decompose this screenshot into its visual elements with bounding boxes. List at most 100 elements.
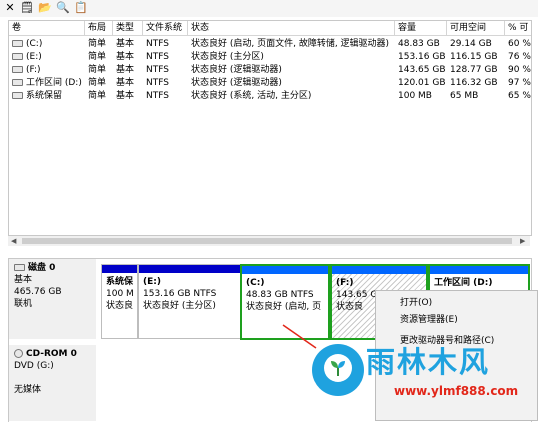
drive-icon bbox=[12, 92, 23, 99]
status-cell: 状态良好 (启动, 页面文件, 故障转储, 逻辑驱动器) bbox=[191, 39, 390, 49]
table-row[interactable]: (F:) 简单 基本 NTFS 状态良好 (逻辑驱动器) 143.65 GB 1… bbox=[9, 64, 531, 76]
free-space-cell: 29.14 GB bbox=[450, 39, 492, 49]
column-header-layout[interactable]: 布局 bbox=[85, 21, 113, 36]
cdrom-0-info[interactable]: CD-ROM 0 DVD (G:) 无媒体 bbox=[9, 345, 96, 421]
horizontal-scrollbar[interactable]: ◀ ▶ bbox=[8, 236, 530, 246]
filesystem-cell: NTFS bbox=[146, 91, 169, 101]
disk-type: 基本 bbox=[14, 275, 33, 285]
column-header-free-space[interactable]: 可用空间 bbox=[447, 21, 505, 36]
properties-icon[interactable]: 🗒 bbox=[20, 1, 34, 15]
scroll-right-icon[interactable]: ▶ bbox=[520, 236, 525, 246]
volume-name: 系统保留 bbox=[26, 91, 63, 101]
table-row[interactable]: 工作区间 (D:) 简单 基本 NTFS 状态良好 (逻辑驱动器) 120.01… bbox=[9, 77, 531, 89]
status-cell: 状态良好 (逻辑驱动器) bbox=[191, 65, 282, 75]
free-space-cell: 128.77 GB bbox=[450, 65, 498, 75]
close-icon[interactable]: ✕ bbox=[3, 1, 17, 15]
free-space-cell: 116.15 GB bbox=[450, 52, 498, 62]
volume-list: 卷 布局 类型 文件系统 状态 容量 可用空间 % 可 (C:) 简单 基本 N… bbox=[8, 20, 532, 236]
percent-free-cell: 60 % bbox=[508, 39, 531, 49]
partition-header-bar bbox=[139, 265, 240, 273]
percent-free-cell: 65 % bbox=[508, 91, 531, 101]
cdrom-type: DVD (G:) bbox=[14, 361, 54, 371]
watermark-url: www.ylmf888.com bbox=[394, 384, 519, 398]
help-icon[interactable]: 📋 bbox=[74, 1, 88, 15]
partition-system-reserved[interactable]: 系统保 100 M 状态良 bbox=[101, 264, 138, 339]
watermark-brand-text: 雨林木风 bbox=[366, 345, 491, 379]
capacity-cell: 120.01 GB bbox=[398, 78, 446, 88]
toolbar: ✕ 🗒 📂 🔍 📋 bbox=[0, 0, 538, 17]
partition-size: 100 M bbox=[106, 289, 134, 299]
status-cell: 状态良好 (系统, 活动, 主分区) bbox=[191, 91, 312, 101]
capacity-cell: 153.16 GB bbox=[398, 52, 446, 62]
disk-name: 磁盘 0 bbox=[28, 263, 56, 273]
filesystem-cell: NTFS bbox=[146, 39, 169, 49]
partition-status: 状态良好 (主分区) bbox=[143, 301, 216, 311]
drive-icon bbox=[12, 40, 23, 47]
volume-name: (E:) bbox=[26, 52, 42, 62]
free-space-cell: 65 MB bbox=[450, 91, 479, 101]
partition-header-bar bbox=[102, 265, 137, 273]
filesystem-cell: NTFS bbox=[146, 78, 169, 88]
partition-title: 系统保 bbox=[106, 277, 134, 287]
cdrom-icon bbox=[14, 349, 23, 358]
drive-icon bbox=[12, 66, 23, 73]
percent-free-cell: 90 % bbox=[508, 65, 531, 75]
zoom-icon[interactable]: 🔍 bbox=[56, 1, 70, 15]
partition-e[interactable]: (E:) 153.16 GB NTFS 状态良好 (主分区) bbox=[138, 264, 241, 339]
table-row[interactable]: 系统保留 简单 基本 NTFS 状态良好 (系统, 活动, 主分区) 100 M… bbox=[9, 90, 531, 102]
partition-title: (F:) bbox=[336, 278, 354, 288]
leaf-icon bbox=[331, 361, 345, 376]
disk-icon bbox=[14, 264, 25, 271]
partition-header-bar bbox=[430, 266, 528, 274]
disk-size: 465.76 GB bbox=[14, 287, 62, 297]
table-row[interactable]: (C:) 简单 基本 NTFS 状态良好 (启动, 页面文件, 故障转储, 逻辑… bbox=[9, 38, 531, 50]
annotation-arrow-icon bbox=[282, 324, 317, 349]
disk-0-info[interactable]: 磁盘 0 基本 465.76 GB 联机 bbox=[9, 259, 96, 339]
layout-cell: 简单 bbox=[88, 65, 107, 75]
layout-cell: 简单 bbox=[88, 52, 107, 62]
open-folder-icon[interactable]: 📂 bbox=[38, 1, 52, 15]
partition-title: 工作区间 (D:) bbox=[434, 278, 493, 288]
partition-status: 状态良 bbox=[106, 301, 134, 311]
column-header-volume[interactable]: 卷 bbox=[9, 21, 85, 36]
type-cell: 基本 bbox=[116, 78, 135, 88]
type-cell: 基本 bbox=[116, 91, 135, 101]
menu-item-explorer[interactable]: 资源管理器(E) bbox=[400, 314, 458, 326]
partition-status: 状态良好 (启动, 页 bbox=[246, 302, 322, 312]
drive-icon bbox=[12, 53, 23, 60]
column-header-filesystem[interactable]: 文件系统 bbox=[143, 21, 188, 36]
filesystem-cell: NTFS bbox=[146, 65, 169, 75]
layout-cell: 简单 bbox=[88, 91, 107, 101]
capacity-cell: 100 MB bbox=[398, 91, 432, 101]
layout-cell: 简单 bbox=[88, 39, 107, 49]
volume-name: 工作区间 (D:) bbox=[26, 78, 82, 88]
column-header-type[interactable]: 类型 bbox=[113, 21, 143, 36]
menu-item-open[interactable]: 打开(O) bbox=[400, 297, 432, 309]
partition-header-bar bbox=[242, 266, 328, 274]
column-header-capacity[interactable]: 容量 bbox=[395, 21, 447, 36]
disk-state: 联机 bbox=[14, 299, 33, 309]
scrollbar-thumb[interactable] bbox=[22, 238, 512, 244]
partition-size: 48.83 GB NTFS bbox=[246, 290, 314, 300]
capacity-cell: 143.65 GB bbox=[398, 65, 446, 75]
percent-free-cell: 76 % bbox=[508, 52, 531, 62]
layout-cell: 简单 bbox=[88, 78, 107, 88]
type-cell: 基本 bbox=[116, 52, 135, 62]
column-header-status[interactable]: 状态 bbox=[188, 21, 395, 36]
table-row[interactable]: (E:) 简单 基本 NTFS 状态良好 (主分区) 153.16 GB 116… bbox=[9, 51, 531, 63]
scroll-left-icon[interactable]: ◀ bbox=[11, 236, 16, 246]
cdrom-name: CD-ROM 0 bbox=[26, 349, 77, 359]
cdrom-state: 无媒体 bbox=[14, 385, 42, 395]
filesystem-cell: NTFS bbox=[146, 52, 169, 62]
column-header-percent-free[interactable]: % 可 bbox=[505, 21, 531, 36]
free-space-cell: 116.32 GB bbox=[450, 78, 498, 88]
partition-title: (E:) bbox=[143, 277, 161, 287]
volume-name: (F:) bbox=[26, 65, 41, 75]
status-cell: 状态良好 (主分区) bbox=[191, 52, 264, 62]
partition-size: 153.16 GB NTFS bbox=[143, 289, 217, 299]
type-cell: 基本 bbox=[116, 65, 135, 75]
percent-free-cell: 97 % bbox=[508, 78, 531, 88]
capacity-cell: 48.83 GB bbox=[398, 39, 440, 49]
drive-icon bbox=[12, 79, 23, 86]
partition-header-bar bbox=[332, 266, 426, 274]
